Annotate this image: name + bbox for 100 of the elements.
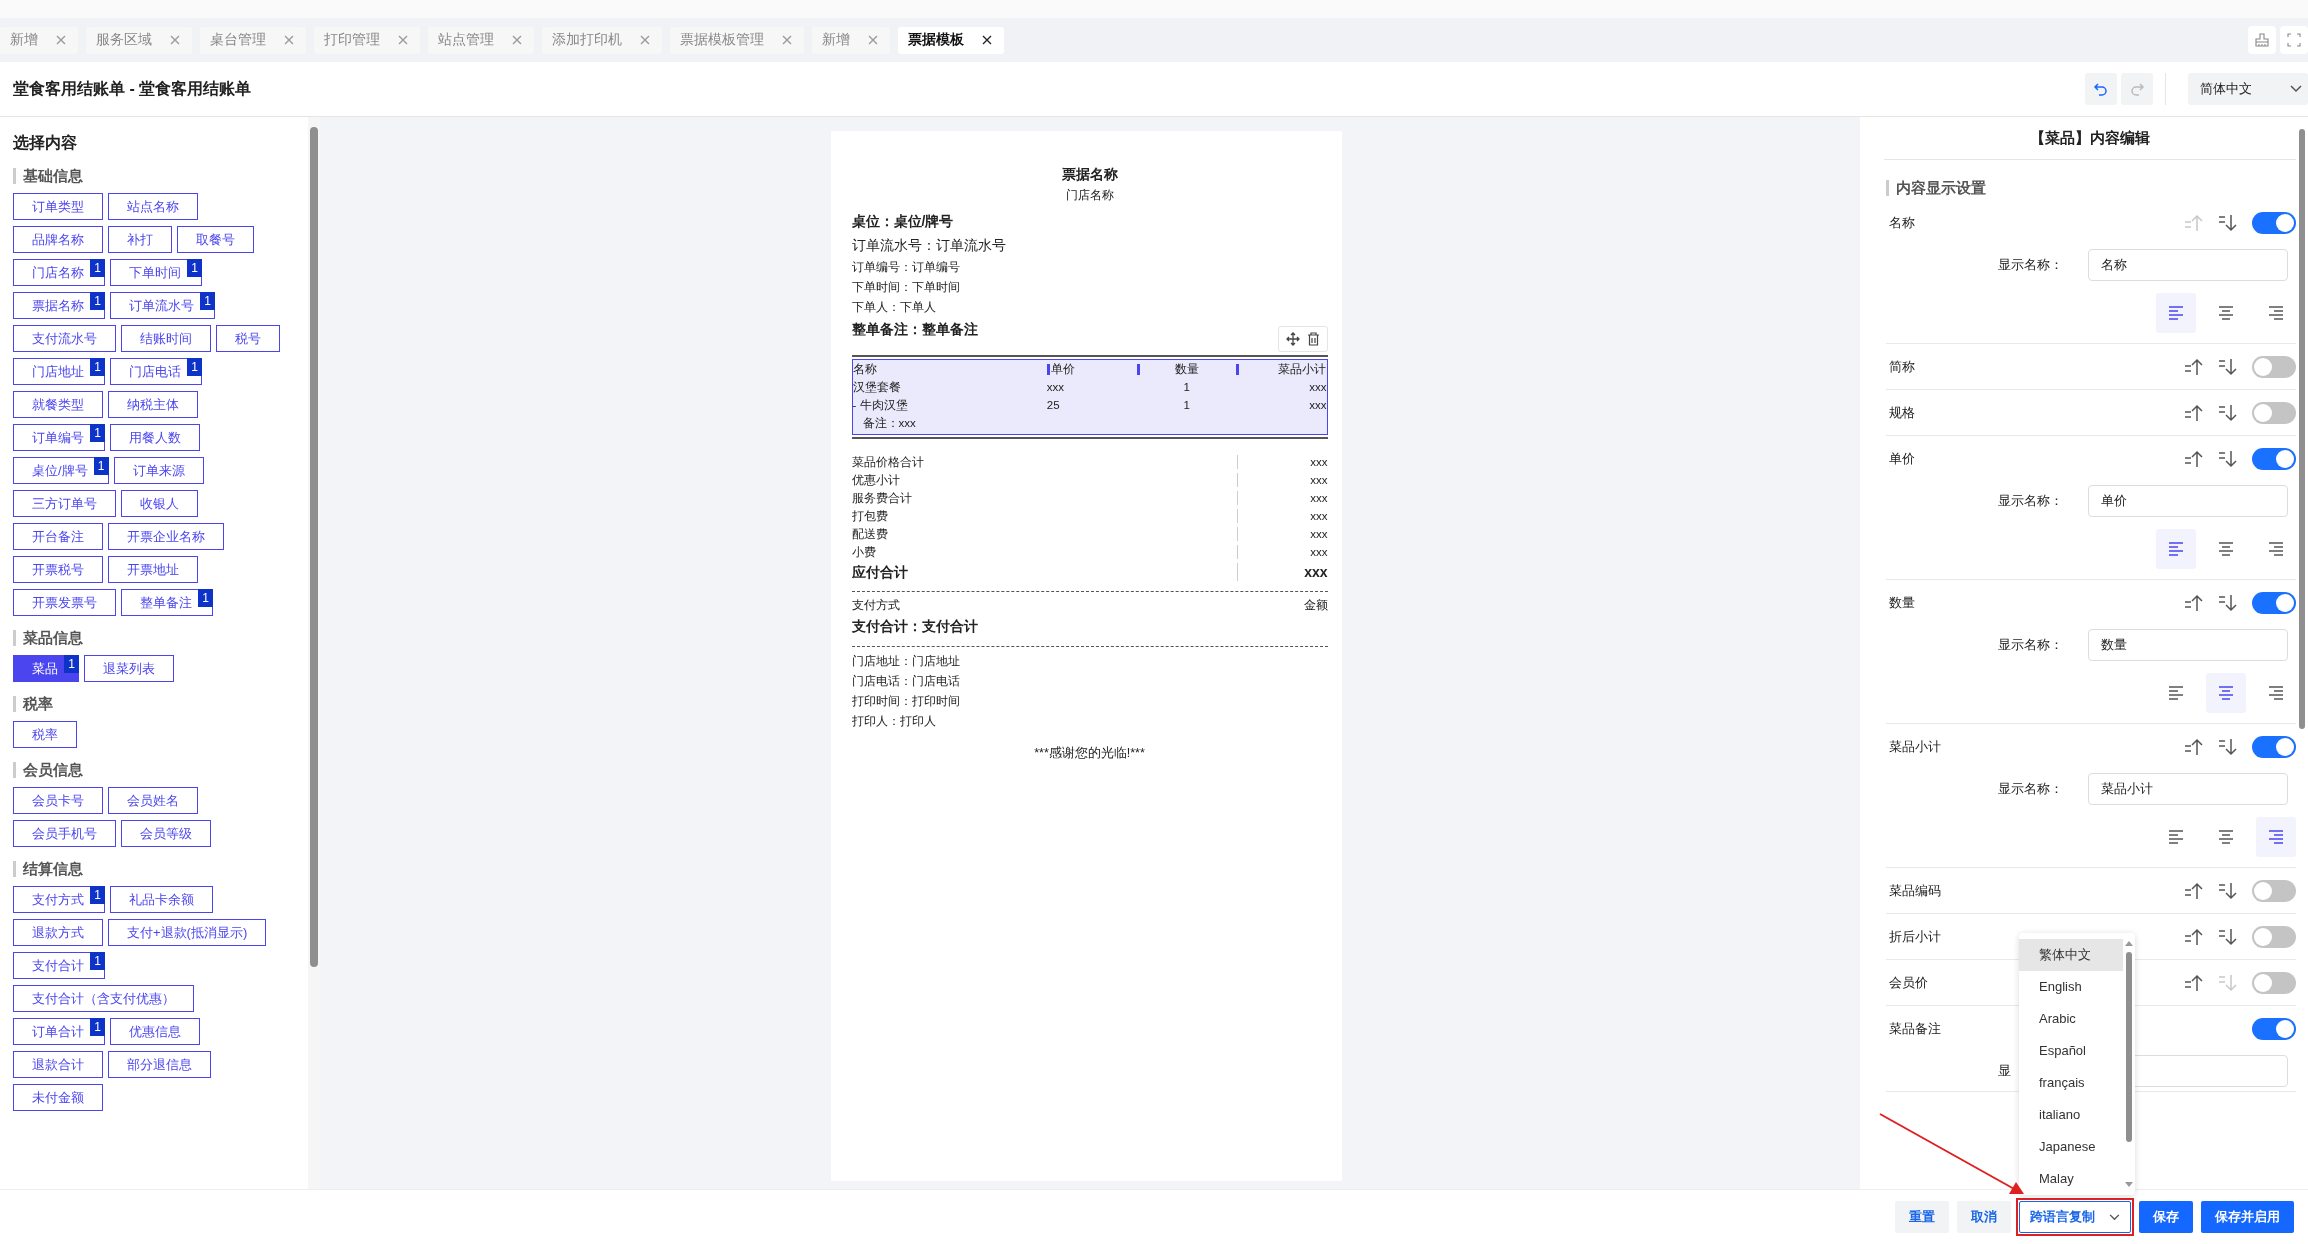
- content-chip[interactable]: 开票地址: [108, 556, 198, 583]
- move-down-icon[interactable]: [2218, 449, 2238, 468]
- move-up-icon[interactable]: [2184, 973, 2204, 992]
- move-up-icon[interactable]: [2184, 449, 2204, 468]
- toggle-switch[interactable]: [2252, 355, 2296, 378]
- move-down-icon[interactable]: [2218, 737, 2238, 756]
- content-chip[interactable]: 补打: [108, 226, 172, 253]
- scroll-up-icon[interactable]: [2125, 941, 2133, 946]
- scrollbar-thumb[interactable]: [2299, 129, 2305, 729]
- toggle-switch[interactable]: [2252, 735, 2296, 758]
- move-down-icon[interactable]: [2218, 357, 2238, 376]
- move-down-icon[interactable]: [2218, 213, 2238, 232]
- tab[interactable]: 新增: [0, 26, 78, 54]
- content-chip[interactable]: 会员手机号: [13, 820, 116, 847]
- content-chip[interactable]: 退款合计: [13, 1051, 103, 1078]
- menu-item[interactable]: Japanese: [2019, 1131, 2123, 1163]
- content-chip[interactable]: 礼品卡余额: [110, 886, 213, 913]
- scroll-down-icon[interactable]: [2125, 1182, 2133, 1187]
- content-chip[interactable]: 订单来源: [113, 457, 204, 484]
- tab[interactable]: 票据模板: [898, 26, 1004, 54]
- move-down-icon[interactable]: [2218, 593, 2238, 612]
- content-chip[interactable]: 退菜列表: [84, 655, 174, 682]
- content-chip[interactable]: 菜品 1: [13, 655, 79, 682]
- toggle-switch[interactable]: [2252, 879, 2296, 902]
- close-icon[interactable]: [982, 35, 992, 45]
- toggle-switch[interactable]: [2252, 1017, 2296, 1040]
- content-chip[interactable]: 会员姓名: [108, 787, 198, 814]
- toggle-switch[interactable]: [2252, 401, 2296, 424]
- align-left-button[interactable]: [2156, 529, 2196, 569]
- scrollbar-thumb[interactable]: [2126, 952, 2132, 1142]
- tab[interactable]: 桌台管理: [200, 26, 306, 54]
- content-chip[interactable]: 支付+退款(抵消显示): [108, 919, 267, 946]
- move-up-icon[interactable]: [2184, 927, 2204, 946]
- footer-button[interactable]: 保存: [2139, 1201, 2193, 1233]
- content-chip[interactable]: 税率: [13, 721, 77, 748]
- menu-item[interactable]: 繁体中文: [2019, 939, 2123, 971]
- content-chip[interactable]: 部分退信息: [108, 1051, 211, 1078]
- content-chip[interactable]: 收银人: [121, 490, 198, 517]
- footer-button[interactable]: 保存并启用: [2201, 1201, 2294, 1233]
- content-chip[interactable]: 支付流水号: [13, 325, 116, 352]
- content-chip[interactable]: 会员等级: [121, 820, 211, 847]
- menu-item[interactable]: italiano: [2019, 1099, 2123, 1131]
- content-chip[interactable]: 支付合计 1: [13, 952, 105, 979]
- content-chip[interactable]: 门店名称 1: [13, 259, 105, 286]
- content-chip[interactable]: 订单编号 1: [13, 424, 105, 451]
- content-chip[interactable]: 订单流水号 1: [110, 292, 215, 319]
- move-down-icon[interactable]: [2218, 927, 2238, 946]
- content-chip[interactable]: 门店地址 1: [13, 358, 105, 385]
- display-name-input[interactable]: 名称: [2088, 249, 2288, 281]
- content-chip[interactable]: 纳税主体: [108, 391, 198, 418]
- display-name-input[interactable]: 数量: [2088, 629, 2288, 661]
- content-chip[interactable]: 订单类型: [13, 193, 103, 220]
- delete-icon[interactable]: [1306, 332, 1320, 346]
- content-chip[interactable]: 开票发票号: [13, 589, 116, 616]
- toggle-switch[interactable]: [2252, 447, 2296, 470]
- content-chip[interactable]: 结账时间: [121, 325, 211, 352]
- footer-button[interactable]: 取消: [1957, 1201, 2011, 1233]
- content-chip[interactable]: 开票税号: [13, 556, 103, 583]
- content-chip[interactable]: 会员卡号: [13, 787, 103, 814]
- language-select[interactable]: 简体中文: [2188, 73, 2308, 105]
- move-down-icon[interactable]: [2218, 881, 2238, 900]
- clear-button[interactable]: [2248, 26, 2276, 54]
- content-chip[interactable]: 品牌名称: [13, 226, 103, 253]
- tab[interactable]: 打印管理: [314, 26, 420, 54]
- content-chip[interactable]: 开票企业名称: [108, 523, 224, 550]
- content-chip[interactable]: 站点名称: [108, 193, 198, 220]
- content-chip[interactable]: 桌位/牌号 1: [13, 457, 109, 484]
- content-chip[interactable]: 退款方式: [13, 919, 103, 946]
- content-chip[interactable]: 就餐类型: [13, 391, 103, 418]
- toggle-switch[interactable]: [2252, 211, 2296, 234]
- content-chip[interactable]: 开台备注: [13, 523, 103, 550]
- scrollbar-thumb[interactable]: [310, 127, 318, 967]
- tab[interactable]: 添加打印机: [542, 26, 662, 54]
- menu-item[interactable]: Malay: [2019, 1163, 2123, 1195]
- content-chip[interactable]: 门店电话 1: [110, 358, 202, 385]
- move-icon[interactable]: [1285, 332, 1300, 346]
- column-resize-handle[interactable]: [1136, 364, 1140, 375]
- undo-button[interactable]: [2085, 73, 2117, 105]
- move-down-icon[interactable]: [2218, 403, 2238, 422]
- content-chip[interactable]: 税号: [216, 325, 280, 352]
- content-chip[interactable]: 支付合计（含支付优惠）: [13, 985, 194, 1012]
- menu-item[interactable]: English: [2019, 971, 2123, 1003]
- menu-item[interactable]: Español: [2019, 1035, 2123, 1067]
- move-up-icon[interactable]: [2184, 357, 2204, 376]
- align-center-button[interactable]: [2206, 673, 2246, 713]
- move-up-icon[interactable]: [2184, 593, 2204, 612]
- menu-item[interactable]: français: [2019, 1067, 2123, 1099]
- menu-item[interactable]: Arabic: [2019, 1003, 2123, 1035]
- column-resize-handle[interactable]: [1046, 363, 1050, 375]
- items-table[interactable]: 名称 单价 数量 菜品小计 汉堡套餐 xxx 1 xxx - 牛肉汉堡 25 1 xxx 备注：xxx: [851, 359, 1328, 435]
- align-left-button[interactable]: [2156, 293, 2196, 333]
- move-up-icon[interactable]: [2184, 881, 2204, 900]
- toggle-switch[interactable]: [2252, 925, 2296, 948]
- content-chip[interactable]: 支付方式 1: [13, 886, 105, 913]
- content-chip[interactable]: 票据名称 1: [13, 292, 105, 319]
- content-chip[interactable]: 优惠信息: [110, 1018, 200, 1045]
- move-up-icon[interactable]: [2184, 737, 2204, 756]
- display-name-input[interactable]: 单价: [2088, 485, 2288, 517]
- align-right-button[interactable]: [2256, 817, 2296, 857]
- move-up-icon[interactable]: [2184, 403, 2204, 422]
